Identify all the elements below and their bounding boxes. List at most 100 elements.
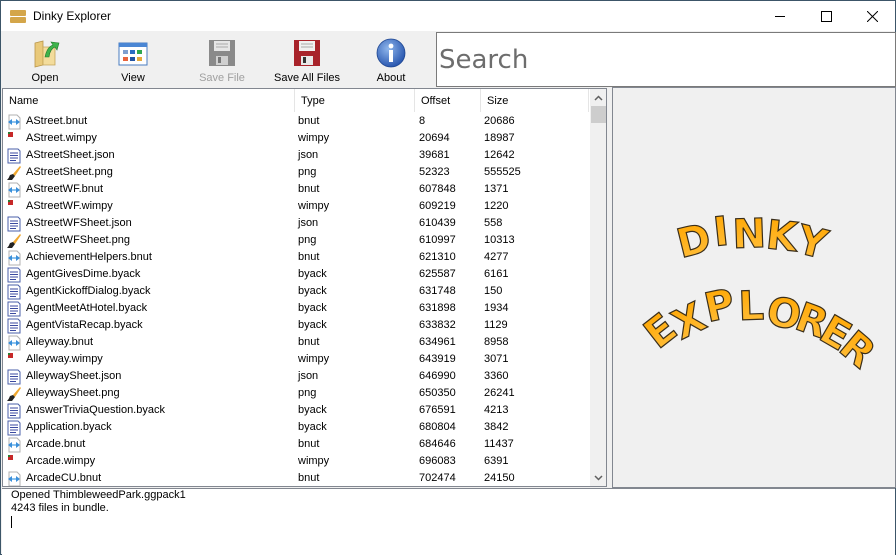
png-file-icon <box>6 386 22 402</box>
file-size: 11437 <box>484 438 514 450</box>
table-row[interactable]: AStreet.bnut bnut 8 20686 <box>3 113 589 130</box>
table-row[interactable]: AlleywaySheet.json json 646990 3360 <box>3 368 589 385</box>
file-list[interactable]: Name Type Offset Size AStreet.bnut bnut 8 2… <box>2 88 607 487</box>
file-size: 10313 <box>484 234 515 246</box>
file-offset: 643919 <box>419 353 456 365</box>
file-offset: 631898 <box>419 302 456 314</box>
table-row[interactable]: AchievementHelpers.bnut bnut 621310 4277 <box>3 249 589 266</box>
file-name: AlleywaySheet.png <box>26 387 120 399</box>
table-row[interactable]: Arcade.wimpy wimpy 696083 6391 <box>3 453 589 470</box>
file-size: 555525 <box>484 166 521 178</box>
chevron-down-icon <box>594 474 603 481</box>
chevron-up-icon <box>594 94 603 101</box>
file-type: byack <box>298 268 327 280</box>
file-name: AgentKickoffDialog.byack <box>26 285 151 297</box>
table-row[interactable]: AnswerTriviaQuestion.byack byack 676591 421… <box>3 402 589 419</box>
open-button[interactable]: Open <box>23 31 67 87</box>
file-size: 1934 <box>484 302 509 314</box>
log-output[interactable]: Opened ThimbleweedPark.ggpack1 4243 file… <box>2 488 895 555</box>
table-row[interactable]: AStreetWF.wimpy wimpy 609219 1220 <box>3 198 589 215</box>
file-name: AStreetWF.bnut <box>26 183 104 195</box>
file-type: byack <box>298 404 327 416</box>
file-size: 3360 <box>484 370 509 382</box>
file-name: Alleyway.bnut <box>26 336 94 348</box>
file-name: AgentGivesDime.byack <box>26 268 141 280</box>
file-offset: 631748 <box>419 285 456 297</box>
file-type: png <box>298 387 317 399</box>
table-row[interactable]: Alleyway.wimpy wimpy 643919 3071 <box>3 351 589 368</box>
minimize-icon <box>775 16 785 17</box>
file-name: AStreet.wimpy <box>26 132 97 144</box>
vertical-scrollbar[interactable] <box>590 89 606 486</box>
byack-file-icon <box>6 420 22 436</box>
table-row[interactable]: AgentKickoffDialog.byack byack 631748 150 <box>3 283 589 300</box>
bnut-file-icon <box>6 114 22 130</box>
file-name: AStreetSheet.png <box>26 166 113 178</box>
file-name: AStreetSheet.json <box>26 149 115 161</box>
wimpy-file-icon <box>6 199 22 215</box>
table-row[interactable]: Arcade.bnut bnut 684646 11437 <box>3 436 589 453</box>
table-row[interactable]: AStreetSheet.png png 52323 555525 <box>3 164 589 181</box>
file-type: bnut <box>298 472 320 484</box>
wimpy-file-icon <box>6 131 22 147</box>
file-name: AStreetWF.wimpy <box>26 200 113 212</box>
file-size: 558 <box>484 217 503 229</box>
table-row[interactable]: AStreetSheet.json json 39681 12642 <box>3 147 589 164</box>
file-name: Alleyway.wimpy <box>26 353 103 365</box>
table-row[interactable]: ArcadeCU.bnut bnut 702474 24150 <box>3 470 589 486</box>
column-header-size[interactable]: Size <box>481 89 589 112</box>
bnut-file-icon <box>6 335 22 351</box>
png-file-icon <box>6 233 22 249</box>
file-offset: 650350 <box>419 387 456 399</box>
json-file-icon <box>6 148 22 164</box>
column-header-offset[interactable]: Offset <box>415 89 481 112</box>
column-header-type[interactable]: Type <box>295 89 415 112</box>
file-type: byack <box>298 421 327 433</box>
file-name: Arcade.bnut <box>26 438 86 450</box>
table-row[interactable]: AgentMeetAtHotel.byack byack 631898 1934 <box>3 300 589 317</box>
app-logo-icon <box>10 9 26 23</box>
file-type: wimpy <box>298 353 330 365</box>
table-row[interactable]: AStreetWFSheet.json json 610439 558 <box>3 215 589 232</box>
view-button[interactable]: View <box>111 31 155 87</box>
file-size: 18987 <box>484 132 515 144</box>
table-row[interactable]: AStreetWF.bnut bnut 607848 1371 <box>3 181 589 198</box>
file-offset: 610439 <box>419 217 456 229</box>
close-button[interactable] <box>849 1 895 31</box>
about-label: About <box>376 72 406 84</box>
table-row[interactable]: Application.byack byack 680804 3842 <box>3 419 589 436</box>
file-size: 4213 <box>484 404 509 416</box>
table-row[interactable]: AlleywaySheet.png png 650350 26241 <box>3 385 589 402</box>
minimize-button[interactable] <box>757 1 803 31</box>
table-row[interactable]: AStreetWFSheet.png png 610997 10313 <box>3 232 589 249</box>
maximize-button[interactable] <box>803 1 849 31</box>
file-size: 3842 <box>484 421 509 433</box>
table-row[interactable]: Alleyway.bnut bnut 634961 8958 <box>3 334 589 351</box>
column-header-name[interactable]: Name <box>3 89 295 112</box>
file-offset: 696083 <box>419 455 456 467</box>
file-offset: 684646 <box>419 438 456 450</box>
title-bar: Dinky Explorer <box>1 1 895 31</box>
file-offset: 702474 <box>419 472 456 484</box>
file-name: AStreetWFSheet.json <box>26 217 132 229</box>
byack-file-icon <box>6 301 22 317</box>
about-button[interactable]: About <box>369 31 413 87</box>
table-row[interactable]: AgentVistaRecap.byack byack 633832 1129 <box>3 317 589 334</box>
log-line: 4243 files in bundle. <box>11 502 109 514</box>
search-input[interactable] <box>436 32 896 87</box>
open-label: Open <box>31 72 59 84</box>
bnut-file-icon <box>6 250 22 266</box>
file-name: AStreet.bnut <box>26 115 88 127</box>
scroll-thumb[interactable] <box>591 106 606 123</box>
scroll-up-button[interactable] <box>590 89 606 106</box>
save-file-button[interactable]: Save File <box>197 31 247 87</box>
json-file-icon <box>6 216 22 232</box>
file-type: json <box>298 370 319 382</box>
save-all-files-button[interactable]: Save All Files <box>273 31 341 87</box>
table-row[interactable]: AgentGivesDime.byack byack 625587 6161 <box>3 266 589 283</box>
file-offset: 20694 <box>419 132 450 144</box>
scroll-down-button[interactable] <box>590 469 606 486</box>
file-size: 20686 <box>484 115 515 127</box>
file-type: bnut <box>298 115 320 127</box>
table-row[interactable]: AStreet.wimpy wimpy 20694 18987 <box>3 130 589 147</box>
